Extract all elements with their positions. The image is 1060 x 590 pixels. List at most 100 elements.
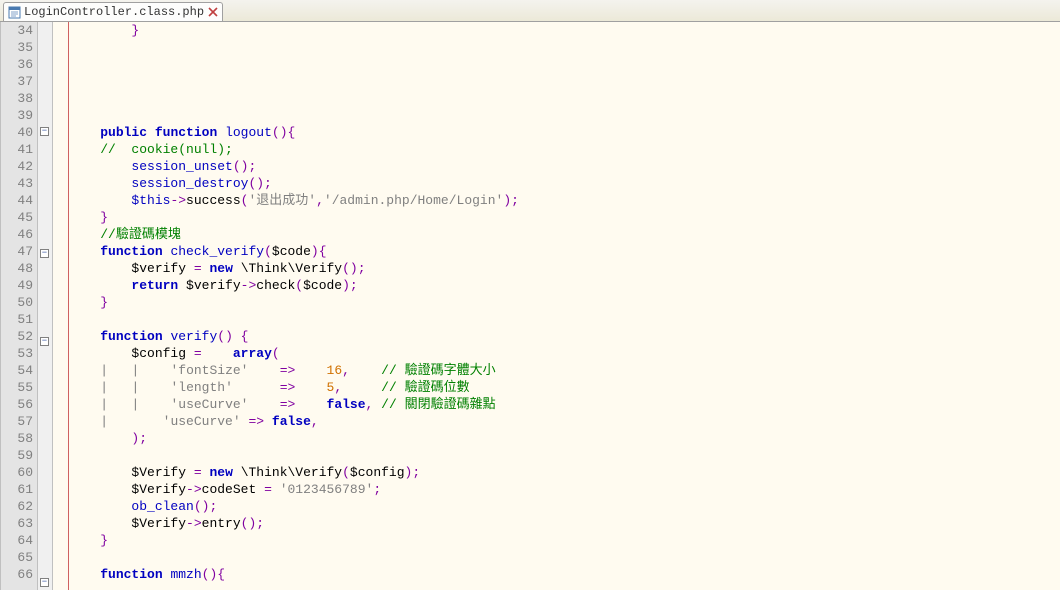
code-line[interactable]: ); [69, 430, 1060, 447]
code-line[interactable]: $config = array( [69, 345, 1060, 362]
fold-toggle[interactable]: − [38, 337, 52, 354]
fold-spacer [38, 56, 52, 73]
line-number: 65 [1, 549, 33, 566]
fold-spacer [38, 283, 52, 300]
fold-toggle[interactable]: − [38, 127, 52, 144]
fold-spacer [38, 212, 52, 229]
line-number: 61 [1, 481, 33, 498]
line-number: 62 [1, 498, 33, 515]
fold-spacer [38, 300, 52, 317]
fold-spacer [38, 90, 52, 107]
fold-spacer [38, 161, 52, 178]
fold-spacer [38, 558, 52, 575]
fold-spacer [38, 490, 52, 507]
fold-spacer [38, 422, 52, 439]
fold-spacer [38, 456, 52, 473]
line-number: 48 [1, 260, 33, 277]
code-line[interactable]: | 'useCurve' => false, [69, 413, 1060, 430]
code-content[interactable]: } public function logout(){ // cookie(nu… [69, 22, 1060, 590]
code-line[interactable]: } [69, 532, 1060, 549]
code-line[interactable]: | | 'useCurve' => false, // 關閉驗證碼雜點 [69, 396, 1060, 413]
line-number: 57 [1, 413, 33, 430]
code-line[interactable]: $this->success('退出成功','/admin.php/Home/L… [69, 192, 1060, 209]
code-line[interactable]: $Verify->entry(); [69, 515, 1060, 532]
code-line[interactable]: } [69, 209, 1060, 226]
tab-active[interactable]: LoginController.class.php [3, 2, 223, 21]
fold-spacer [38, 371, 52, 388]
code-line[interactable]: function verify() { [69, 328, 1060, 345]
line-number: 60 [1, 464, 33, 481]
fold-spacer [38, 73, 52, 90]
fold-spacer [38, 229, 52, 246]
code-line[interactable]: function mmzh(){ [69, 566, 1060, 583]
line-number: 35 [1, 39, 33, 56]
line-number: 51 [1, 311, 33, 328]
fold-spacer [38, 473, 52, 490]
code-line[interactable]: function check_verify($code){ [69, 243, 1060, 260]
code-line[interactable]: //驗證碼模塊 [69, 226, 1060, 243]
code-line[interactable] [69, 311, 1060, 328]
line-number: 45 [1, 209, 33, 226]
code-line[interactable] [69, 107, 1060, 124]
code-line[interactable] [69, 90, 1060, 107]
fold-spacer [38, 317, 52, 334]
editor-area[interactable]: 3435363738394041424344454647484950515253… [0, 22, 1060, 590]
code-line[interactable]: session_unset(); [69, 158, 1060, 175]
code-line[interactable]: public function logout(){ [69, 124, 1060, 141]
line-number: 59 [1, 447, 33, 464]
code-line[interactable]: $Verify->codeSet = '0123456789'; [69, 481, 1060, 498]
code-line[interactable] [69, 73, 1060, 90]
line-number: 64 [1, 532, 33, 549]
line-number: 47 [1, 243, 33, 260]
fold-gutter[interactable]: − − − − [38, 22, 53, 590]
line-number: 42 [1, 158, 33, 175]
line-number-gutter: 3435363738394041424344454647484950515253… [1, 22, 38, 590]
line-number: 46 [1, 226, 33, 243]
fold-spacer [38, 195, 52, 212]
tab-bar: LoginController.class.php [0, 0, 1060, 22]
fold-spacer [38, 178, 52, 195]
code-line[interactable]: } [69, 294, 1060, 311]
fold-spacer [38, 144, 52, 161]
code-line[interactable] [69, 549, 1060, 566]
line-number: 52 [1, 328, 33, 345]
fold-spacer [38, 22, 52, 39]
fold-spacer [38, 541, 52, 558]
code-line[interactable] [69, 39, 1060, 56]
close-icon[interactable] [208, 7, 218, 17]
fold-spacer [38, 507, 52, 524]
fold-spacer [38, 266, 52, 283]
line-number: 44 [1, 192, 33, 209]
fold-toggle[interactable]: − [38, 578, 52, 590]
code-line[interactable] [69, 56, 1060, 73]
line-number: 49 [1, 277, 33, 294]
fold-toggle[interactable]: − [38, 249, 52, 266]
code-line[interactable]: ob_clean(); [69, 498, 1060, 515]
code-line[interactable]: | | 'length' => 5, // 驗證碼位數 [69, 379, 1060, 396]
line-number: 56 [1, 396, 33, 413]
line-number: 36 [1, 56, 33, 73]
code-line[interactable]: $verify = new \Think\Verify(); [69, 260, 1060, 277]
line-number: 55 [1, 379, 33, 396]
line-number: 43 [1, 175, 33, 192]
fold-spacer [38, 107, 52, 124]
code-line[interactable]: session_destroy(); [69, 175, 1060, 192]
fold-spacer [38, 439, 52, 456]
line-number: 58 [1, 430, 33, 447]
code-line[interactable]: $Verify = new \Think\Verify($config); [69, 464, 1060, 481]
code-line[interactable]: // cookie(null); [69, 141, 1060, 158]
code-line[interactable]: return $verify->check($code); [69, 277, 1060, 294]
line-number: 40 [1, 124, 33, 141]
file-icon [8, 6, 21, 19]
code-line[interactable]: | | 'fontSize' => 16, // 驗證碼字體大小 [69, 362, 1060, 379]
line-number: 53 [1, 345, 33, 362]
tab-filename: LoginController.class.php [24, 5, 204, 19]
code-line[interactable]: } [69, 22, 1060, 39]
fold-spacer [38, 405, 52, 422]
fold-spacer [38, 524, 52, 541]
code-line[interactable] [69, 447, 1060, 464]
line-number: 37 [1, 73, 33, 90]
fold-spacer [38, 388, 52, 405]
line-number: 34 [1, 22, 33, 39]
line-number: 66 [1, 566, 33, 583]
